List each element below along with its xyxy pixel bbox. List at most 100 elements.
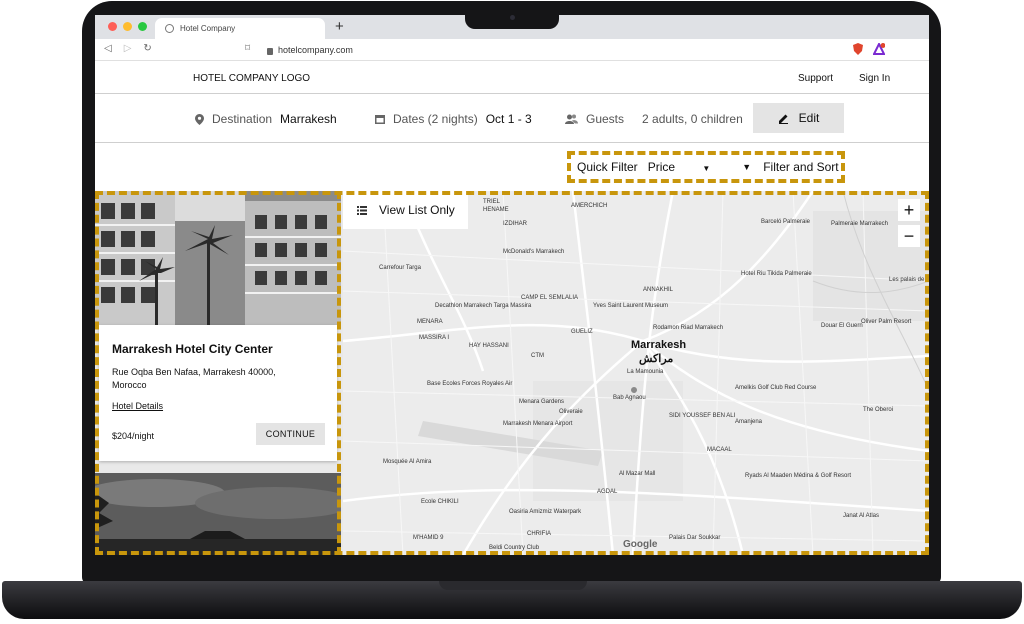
map-label: Amanjena [735,419,763,425]
hotel-address: Rue Oqba Ben Nafaa, Marrakesh 40000, Mor… [112,367,276,390]
map-label: Beldi Country Club [489,545,540,551]
hotel-sky-image [95,473,341,555]
window-controls [108,22,147,31]
hotel-list[interactable]: Marrakesh Hotel City Center Rue Oqba Ben… [95,191,343,555]
map-label: Ecole CHIKILI [421,499,459,505]
map-label: The Oberoi [863,407,894,413]
destination-label: Destination [212,112,273,126]
map-label: AMERCHICH [571,203,608,209]
filter-and-sort-button[interactable]: Filter and Sort [763,160,838,174]
view-list-only-button[interactable]: View List Only [343,191,468,229]
map-city-label: Marrakesh [631,339,687,351]
map-label: Decathlon Marrakech Targa Massira [435,303,532,309]
map-label: McDonald's Marrakech [503,249,565,255]
new-tab-button[interactable]: + [335,18,344,36]
map-label: AGDAL [597,489,618,495]
map-label: MACAAL [707,447,732,453]
map-label: HENAME [483,207,509,213]
bookmark-icon[interactable]: ⌑ [245,43,250,54]
laptop-base [2,581,1022,619]
dates-label: Dates (2 nights) [393,112,478,126]
list-icon [357,205,367,215]
map-label: Palais Dar Soukkar [669,535,721,541]
guests-icon [565,114,578,124]
map-label: Palmeraie Marrakech [831,221,889,227]
brave-rewards-icon[interactable] [873,43,885,55]
brave-shield-icon[interactable] [852,43,864,55]
camera-icon [510,15,515,20]
map-label: SIDI YOUSSEF BEN ALI [669,413,736,419]
map-label: Ryads Al Maaden Médina & Golf Resort [745,473,852,479]
dates-summary: Dates (2 nights) Oct 1 - 3 [375,112,532,126]
reload-icon[interactable]: ↻ [143,43,151,54]
screen: Hotel Company + ◁ ▷ ↻ ⌑ hotelcompany.com [95,15,929,555]
continue-button[interactable]: CONTINUE [256,423,325,445]
map-label: Janat Al Atlas [843,513,880,519]
map-label: MASSIRA I [419,335,450,341]
close-window-button[interactable] [108,22,117,31]
hotel-card[interactable]: Marrakesh Hotel City Center Rue Oqba Ben… [99,325,337,461]
map-label: MENARA [417,319,443,325]
map-label: M'HAMID 9 [413,535,444,541]
url-text: hotelcompany.com [278,45,353,55]
map-label: TRIEL [483,199,501,205]
company-logo[interactable]: HOTEL COMPANY LOGO [193,73,310,84]
destination-summary: Destination Marrakesh [195,112,337,126]
quick-filter-label: Quick Filter [577,160,638,174]
map-city-arabic-label: مراكش [639,353,674,365]
map-label: Menara Gardens [519,399,565,405]
location-pin-icon [195,113,204,125]
map-label: CTM [531,353,544,359]
edit-search-button[interactable]: Edit [753,103,844,133]
calendar-icon [375,115,385,124]
hotel-building-image [95,191,341,325]
destination-value: Marrakesh [280,112,337,126]
map-label: Barceló Palmeraie [761,219,811,225]
map-label: ANNAKHIL [643,287,674,293]
hotel-details-link[interactable]: Hotel Details [112,401,163,411]
view-list-label: View List Only [379,203,455,217]
map-label: IZDIHAR [503,221,527,227]
address-bar: ◁ ▷ ↻ ⌑ hotelcompany.com [95,39,929,61]
map-label: Base Ecoles Forces Royales Air [427,381,513,387]
quick-filter-select[interactable]: Price ▼ [648,160,711,174]
hotel-photo[interactable] [95,191,341,325]
tab-title: Hotel Company [180,24,236,33]
minimize-window-button[interactable] [123,22,132,31]
maximize-window-button[interactable] [138,22,147,31]
laptop-groove [439,581,587,590]
support-link[interactable]: Support [798,73,833,84]
map-label: Al Mazar Mall [619,471,656,477]
quick-filter-value: Price [647,160,676,174]
hotel-name[interactable]: Marrakesh Hotel City Center [112,342,273,356]
sign-in-link[interactable]: Sign In [859,73,890,84]
map-label: Carrefour Targa [379,265,421,271]
map-label: Amelkis Golf Club Red Course [735,385,817,391]
guests-value: 2 adults, 0 children [642,112,743,126]
map[interactable]: View List Only + − Marrakesh مراكش Googl… [343,191,929,555]
zoom-in-button[interactable]: + [898,199,920,221]
browser-tab[interactable]: Hotel Company [155,18,325,39]
guests-label: Guests [586,112,625,126]
map-label: Oasiria Amizmiz Waterpark [509,509,582,515]
hotel-price: $204/night [112,431,155,441]
hotel-photo[interactable] [95,473,341,555]
back-icon[interactable]: ◁ [104,43,112,54]
zoom-out-button[interactable]: − [898,225,920,247]
map-label: CHRIFIA [527,531,551,537]
map-label: Yves Saint Laurent Museum [593,303,669,309]
funnel-icon: ▼ [742,162,752,172]
globe-icon [165,24,174,33]
results-area: Marrakesh Hotel City Center Rue Oqba Ben… [95,191,929,555]
nav-buttons: ◁ ▷ ↻ [104,43,152,54]
guests-summary: Guests 2 adults, 0 children [565,112,743,126]
lock-icon [267,47,273,55]
map-label: Hotel Riu Tikida Palmeraie [741,271,812,277]
map-pin-icon[interactable] [631,387,637,393]
pencil-icon [778,114,788,124]
url-field[interactable]: hotelcompany.com [267,42,353,58]
map-label: La Mamounia [627,369,664,375]
map-label: GUELIZ [571,329,593,335]
map-label: Mosquée Al Amira [383,459,432,465]
forward-icon[interactable]: ▷ [124,43,132,54]
